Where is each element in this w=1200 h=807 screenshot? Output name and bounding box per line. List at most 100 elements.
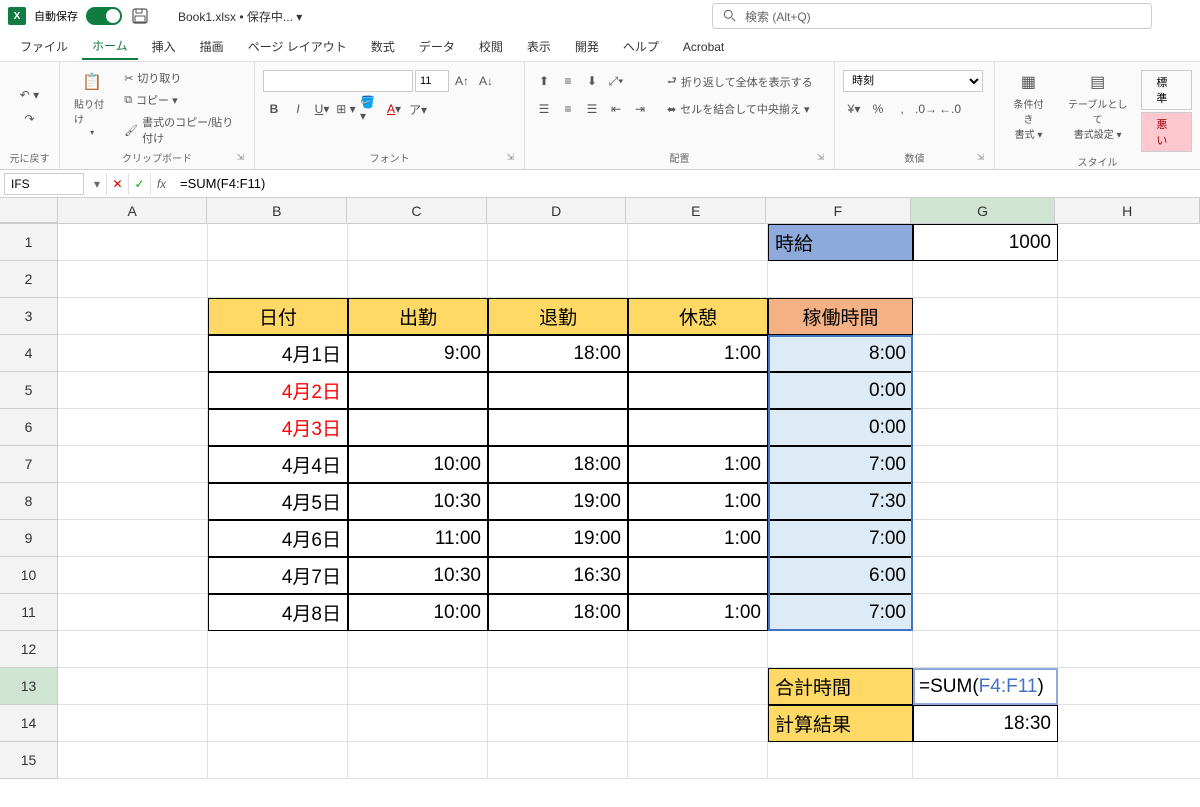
cell-E14[interactable]	[628, 705, 768, 742]
cell-C11[interactable]: 10:00	[348, 594, 488, 631]
cell-C9[interactable]: 11:00	[348, 520, 488, 557]
cell-E6[interactable]	[628, 409, 768, 446]
cell-F5[interactable]: 0:00	[768, 372, 913, 409]
cell-E8[interactable]: 1:00	[628, 483, 768, 520]
cancel-formula-button[interactable]: ✕	[106, 173, 128, 195]
cell-A10[interactable]	[58, 557, 208, 594]
cell-C5[interactable]	[348, 372, 488, 409]
cell-E12[interactable]	[628, 631, 768, 668]
row-header-8[interactable]: 8	[0, 483, 58, 520]
font-name-input[interactable]	[263, 70, 413, 92]
cell-A15[interactable]	[58, 742, 208, 779]
search-box[interactable]: 検索 (Alt+Q)	[712, 3, 1152, 29]
col-header-E[interactable]: E	[626, 198, 766, 223]
tab-file[interactable]: ファイル	[10, 34, 78, 59]
fx-button[interactable]: fx	[150, 173, 172, 195]
currency-button[interactable]: ¥▾	[843, 98, 865, 120]
cell-G13[interactable]: =SUM(F4:F11)	[913, 668, 1058, 705]
cell-B4[interactable]: 4月1日	[208, 335, 348, 372]
font-color-button[interactable]: A▾	[383, 98, 405, 120]
cell-G11[interactable]	[913, 594, 1058, 631]
cell-E15[interactable]	[628, 742, 768, 779]
bold-button[interactable]: B	[263, 98, 285, 120]
cell-B15[interactable]	[208, 742, 348, 779]
cell-D1[interactable]	[488, 224, 628, 261]
row-header-11[interactable]: 11	[0, 594, 58, 631]
cell-D5[interactable]	[488, 372, 628, 409]
tab-home[interactable]: ホーム	[82, 33, 138, 60]
cell-D12[interactable]	[488, 631, 628, 668]
row-header-7[interactable]: 7	[0, 446, 58, 483]
fill-color-button[interactable]: 🪣▾	[359, 98, 381, 120]
cell-C6[interactable]	[348, 409, 488, 446]
cell-E4[interactable]: 1:00	[628, 335, 768, 372]
cell-D10[interactable]: 16:30	[488, 557, 628, 594]
row-header-5[interactable]: 5	[0, 372, 58, 409]
col-header-C[interactable]: C	[347, 198, 487, 223]
underline-button[interactable]: U ▾	[311, 98, 333, 120]
number-launcher[interactable]: ⇲	[976, 152, 984, 163]
cell-F15[interactable]	[768, 742, 913, 779]
italic-button[interactable]: I	[287, 98, 309, 120]
row-header-3[interactable]: 3	[0, 298, 58, 335]
clipboard-launcher[interactable]: ⇲	[236, 152, 244, 163]
row-header-1[interactable]: 1	[0, 224, 58, 261]
cell-D6[interactable]	[488, 409, 628, 446]
cell-F10[interactable]: 6:00	[768, 557, 913, 594]
cell-H11[interactable]	[1058, 594, 1200, 631]
cell-F3[interactable]: 稼働時間	[768, 298, 913, 335]
tab-formulas[interactable]: 数式	[361, 34, 405, 59]
cell-A12[interactable]	[58, 631, 208, 668]
tab-acrobat[interactable]: Acrobat	[673, 36, 734, 58]
cell-B12[interactable]	[208, 631, 348, 668]
col-header-G[interactable]: G	[911, 198, 1056, 223]
cell-F9[interactable]: 7:00	[768, 520, 913, 557]
cell-A6[interactable]	[58, 409, 208, 446]
decrease-font-button[interactable]: A↓	[475, 70, 497, 92]
cell-C8[interactable]: 10:30	[348, 483, 488, 520]
style-normal[interactable]: 標準	[1141, 70, 1192, 110]
tab-insert[interactable]: 挿入	[142, 34, 186, 59]
cell-F12[interactable]	[768, 631, 913, 668]
cell-B13[interactable]	[208, 668, 348, 705]
cell-G8[interactable]	[913, 483, 1058, 520]
save-icon[interactable]	[130, 6, 150, 26]
align-middle-button[interactable]: ≡	[557, 70, 579, 92]
cell-A1[interactable]	[58, 224, 208, 261]
cell-C10[interactable]: 10:30	[348, 557, 488, 594]
wrap-text-button[interactable]: ⮐折り返して全体を表示する	[663, 70, 817, 93]
cell-H5[interactable]	[1058, 372, 1200, 409]
tab-view[interactable]: 表示	[517, 34, 561, 59]
style-bad[interactable]: 悪い	[1141, 112, 1192, 152]
cell-B11[interactable]: 4月8日	[208, 594, 348, 631]
cell-A13[interactable]	[58, 668, 208, 705]
cell-A8[interactable]	[58, 483, 208, 520]
cell-B5[interactable]: 4月2日	[208, 372, 348, 409]
cell-C2[interactable]	[348, 261, 488, 298]
name-box[interactable]: IFS	[4, 173, 84, 195]
cell-C12[interactable]	[348, 631, 488, 668]
cell-B14[interactable]	[208, 705, 348, 742]
align-top-button[interactable]: ⬆	[533, 70, 555, 92]
cell-D4[interactable]: 18:00	[488, 335, 628, 372]
indent-dec-button[interactable]: ⇤	[605, 98, 627, 120]
cell-H4[interactable]	[1058, 335, 1200, 372]
cell-D2[interactable]	[488, 261, 628, 298]
cell-A2[interactable]	[58, 261, 208, 298]
undo-button[interactable]: ↶ ▾	[19, 84, 41, 106]
row-header-2[interactable]: 2	[0, 261, 58, 298]
cell-D14[interactable]	[488, 705, 628, 742]
select-all-corner[interactable]	[0, 198, 58, 223]
cell-F6[interactable]: 0:00	[768, 409, 913, 446]
row-header-4[interactable]: 4	[0, 335, 58, 372]
row-header-14[interactable]: 14	[0, 705, 58, 742]
cell-C3[interactable]: 出勤	[348, 298, 488, 335]
cell-A3[interactable]	[58, 298, 208, 335]
cell-E11[interactable]: 1:00	[628, 594, 768, 631]
cell-G2[interactable]	[913, 261, 1058, 298]
col-header-A[interactable]: A	[58, 198, 208, 223]
merge-center-button[interactable]: ⬌セルを結合して中央揃え ▾	[663, 99, 817, 119]
cell-E1[interactable]	[628, 224, 768, 261]
cell-B2[interactable]	[208, 261, 348, 298]
cell-F2[interactable]	[768, 261, 913, 298]
